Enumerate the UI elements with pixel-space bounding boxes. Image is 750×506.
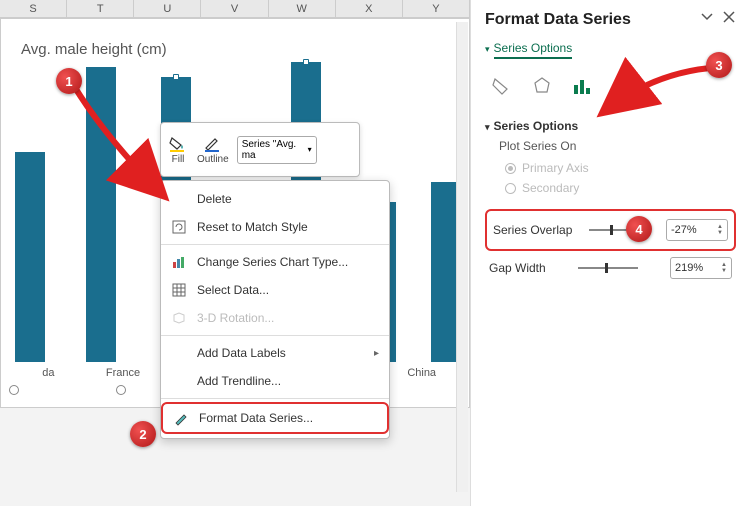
vertical-scrollbar[interactable]	[456, 22, 468, 492]
gap-width-row: Gap Width 219% ▲▼	[485, 251, 736, 285]
format-icon	[173, 410, 189, 426]
radio-icon	[505, 183, 516, 194]
bar-2[interactable]	[86, 67, 116, 362]
col-t[interactable]: T	[67, 0, 134, 17]
format-data-series-panel: Format Data Series ▾Series Options ▾Seri…	[470, 0, 750, 506]
col-u[interactable]: U	[134, 0, 201, 17]
series-overlap-label: Series Overlap	[493, 223, 572, 237]
reset-icon	[171, 219, 187, 235]
panel-title: Format Data Series	[485, 11, 631, 29]
col-y[interactable]: Y	[403, 0, 470, 17]
paint-bucket-icon	[167, 134, 189, 154]
menu-add-data-labels[interactable]: Add Data Labels ▸	[161, 339, 389, 367]
gap-width-slider[interactable]	[578, 267, 638, 269]
spinner-arrows-icon[interactable]: ▲▼	[717, 224, 723, 236]
gap-width-input[interactable]: 219% ▲▼	[670, 257, 732, 279]
menu-add-trendline[interactable]: Add Trendline...	[161, 367, 389, 395]
callout-badge-3: 3	[706, 52, 732, 78]
callout-badge-1: 1	[56, 68, 82, 94]
outline-button[interactable]: Outline	[197, 134, 229, 165]
series-selector[interactable]: Series "Avg. ma ▾	[237, 136, 317, 164]
chevron-right-icon: ▸	[374, 348, 379, 359]
chart-title[interactable]: Avg. male height (cm)	[21, 41, 167, 58]
pen-outline-icon	[202, 134, 224, 154]
axis-handle[interactable]	[116, 385, 126, 395]
menu-3d-rotation: 3-D Rotation...	[161, 304, 389, 332]
col-x[interactable]: X	[336, 0, 403, 17]
radio-secondary-axis: Secondary	[485, 181, 736, 195]
menu-reset-style[interactable]: Reset to Match Style	[161, 213, 389, 241]
menu-select-data[interactable]: Select Data...	[161, 276, 389, 304]
close-icon[interactable]	[722, 10, 736, 29]
gap-width-label: Gap Width	[489, 261, 546, 275]
radio-primary-axis: Primary Axis	[485, 161, 736, 175]
callout-badge-2: 2	[130, 421, 156, 447]
effects-icon[interactable]	[529, 73, 555, 99]
col-v[interactable]: V	[201, 0, 268, 17]
series-overlap-row: Series Overlap -27% ▲▼	[485, 209, 736, 251]
bar-1[interactable]	[15, 152, 45, 362]
fill-button[interactable]: Fill	[167, 134, 189, 165]
axis-handle[interactable]	[9, 385, 19, 395]
callout-badge-4: 4	[626, 216, 652, 242]
series-options-icon[interactable]	[569, 73, 595, 99]
chevron-down-icon: ▾	[308, 145, 312, 154]
spinner-arrows-icon[interactable]: ▲▼	[721, 262, 727, 274]
section-series-options[interactable]: ▾Series Options	[485, 119, 736, 133]
bar-chart-icon	[171, 254, 187, 270]
column-headers: S T U V W X Y	[0, 0, 470, 18]
grid-icon	[171, 282, 187, 298]
menu-delete[interactable]: Delete	[161, 185, 389, 213]
context-menu: Delete Reset to Match Style Change Serie…	[160, 180, 390, 439]
col-s[interactable]: S	[0, 0, 67, 17]
col-w[interactable]: W	[269, 0, 336, 17]
chevron-down-icon: ▾	[485, 44, 490, 54]
menu-change-chart-type[interactable]: Change Series Chart Type...	[161, 248, 389, 276]
radio-icon	[505, 163, 516, 174]
series-options-tab[interactable]: Series Options	[494, 41, 573, 59]
menu-format-data-series[interactable]: Format Data Series...	[161, 402, 389, 434]
plot-series-on-label: Plot Series On	[485, 139, 736, 153]
series-overlap-input[interactable]: -27% ▲▼	[666, 219, 728, 241]
fill-line-icon[interactable]	[489, 73, 515, 99]
cube-icon	[171, 310, 187, 326]
chevron-down-icon[interactable]	[700, 10, 714, 29]
mini-format-toolbar: Fill Outline Series "Avg. ma ▾	[160, 122, 360, 177]
